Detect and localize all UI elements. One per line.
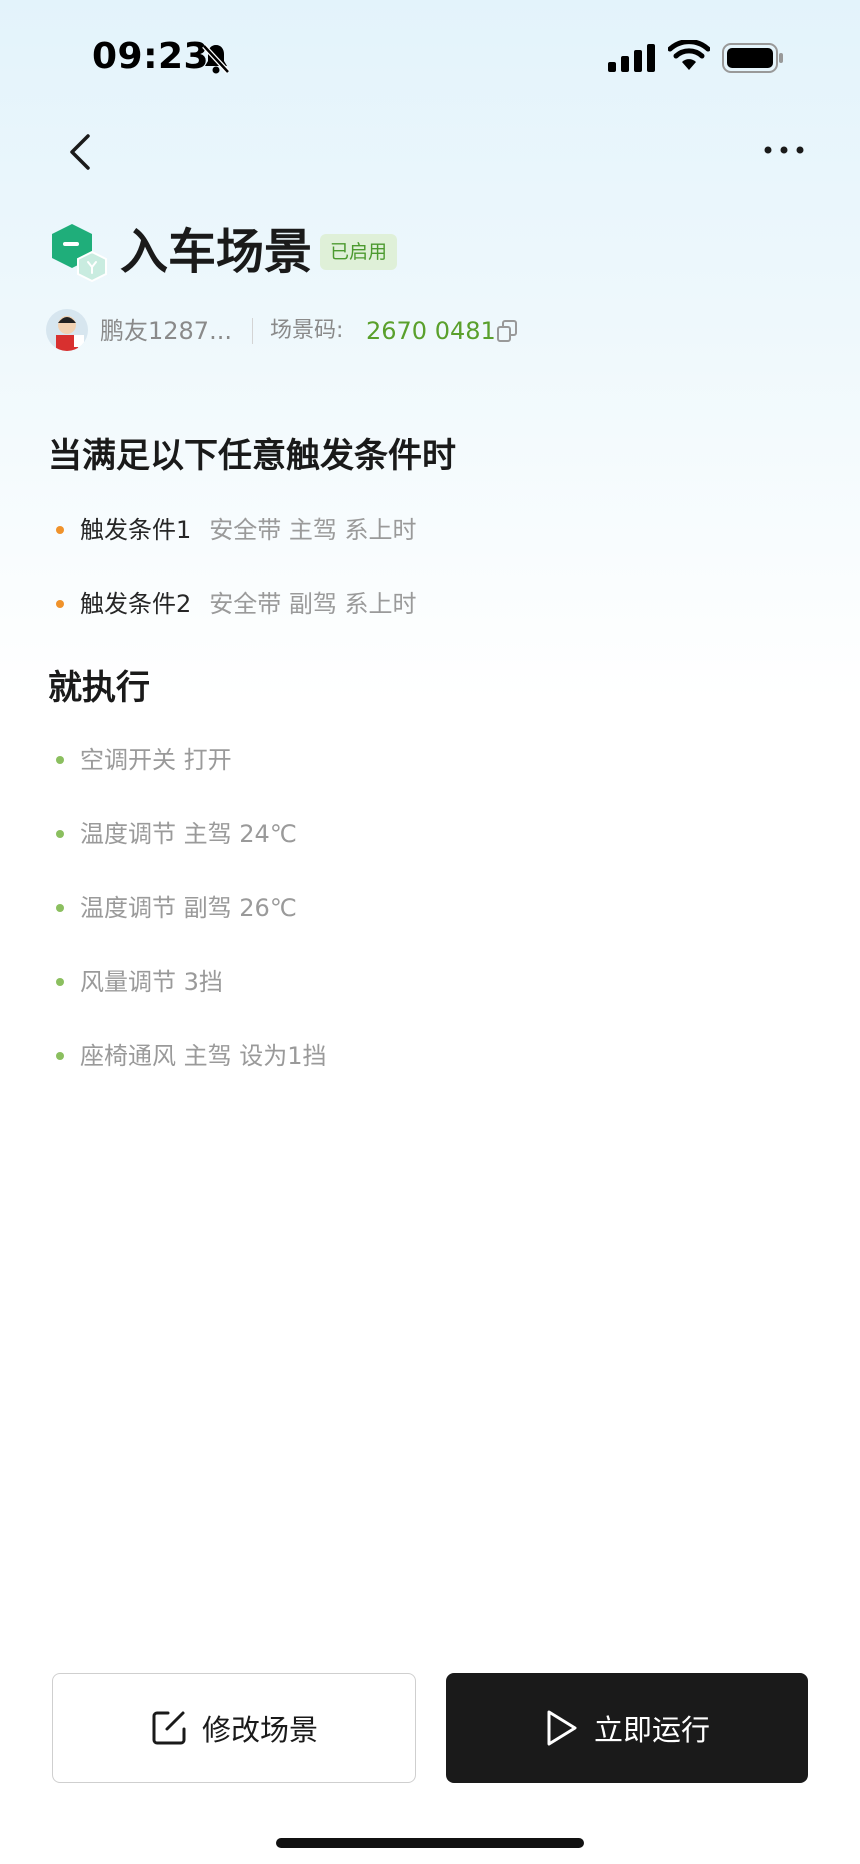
action-text: 座椅通风 主驾 设为1挡 (80, 1042, 327, 1070)
scene-code-value: 2670 0481 (366, 317, 496, 345)
signal-icon (608, 44, 655, 72)
action-item[interactable]: 温度调节 主驾 24℃ (56, 817, 297, 851)
trigger-item[interactable]: 触发条件2 安全带 副驾 系上时 (56, 587, 417, 621)
action-item[interactable]: 空调开关 打开 (56, 743, 232, 777)
play-icon (547, 1710, 577, 1746)
edit-icon (152, 1711, 186, 1745)
wifi-icon (668, 40, 710, 70)
avatar-image (46, 309, 88, 351)
trigger-value: 安全带 副驾 系上时 (209, 590, 417, 618)
bell-slash-icon (202, 44, 230, 74)
action-text: 温度调节 副驾 26℃ (80, 894, 297, 922)
scene-code-label: 场景码: (270, 318, 344, 343)
back-icon[interactable] (60, 128, 100, 176)
trigger-value: 安全带 主驾 系上时 (209, 516, 417, 544)
actions-title: 就执行 (48, 668, 150, 708)
action-item[interactable]: 温度调节 副驾 26℃ (56, 891, 297, 925)
action-dot (56, 756, 64, 764)
triggers-title: 当满足以下任意触发条件时 (48, 436, 456, 476)
status-time: 09:23 (92, 36, 210, 77)
status-badge: 已启用 (320, 234, 398, 270)
scene-cube-icon (52, 224, 107, 282)
action-text: 温度调节 主驾 24℃ (80, 820, 297, 848)
author-name: 鹏友1287... (100, 317, 232, 345)
copy-icon[interactable] (496, 319, 518, 343)
trigger-label: 触发条件2 (80, 590, 192, 618)
edit-scene-label: 修改场景 (201, 1713, 318, 1747)
edit-scene-button[interactable]: 修改场景 (52, 1673, 416, 1783)
trigger-label: 触发条件1 (80, 516, 192, 544)
action-item[interactable]: 座椅通风 主驾 设为1挡 (56, 1039, 327, 1073)
action-dot (56, 830, 64, 838)
action-dot (56, 978, 64, 986)
page-title: 入车场景 (120, 224, 313, 280)
trigger-dot (56, 600, 64, 608)
home-indicator[interactable] (276, 1838, 584, 1848)
action-dot (56, 1052, 64, 1060)
trigger-dot (56, 526, 64, 534)
run-now-button[interactable]: 立即运行 (446, 1673, 808, 1783)
action-item[interactable]: 风量调节 3挡 (56, 965, 223, 999)
meta-divider (252, 318, 253, 344)
battery-icon (722, 43, 783, 73)
action-text: 风量调节 3挡 (80, 968, 223, 996)
action-dot (56, 904, 64, 912)
run-now-label: 立即运行 (593, 1713, 710, 1747)
trigger-item[interactable]: 触发条件1 安全带 主驾 系上时 (56, 513, 417, 547)
avatar[interactable] (46, 309, 88, 351)
more-icon[interactable] (760, 136, 808, 164)
action-text: 空调开关 打开 (80, 746, 232, 774)
